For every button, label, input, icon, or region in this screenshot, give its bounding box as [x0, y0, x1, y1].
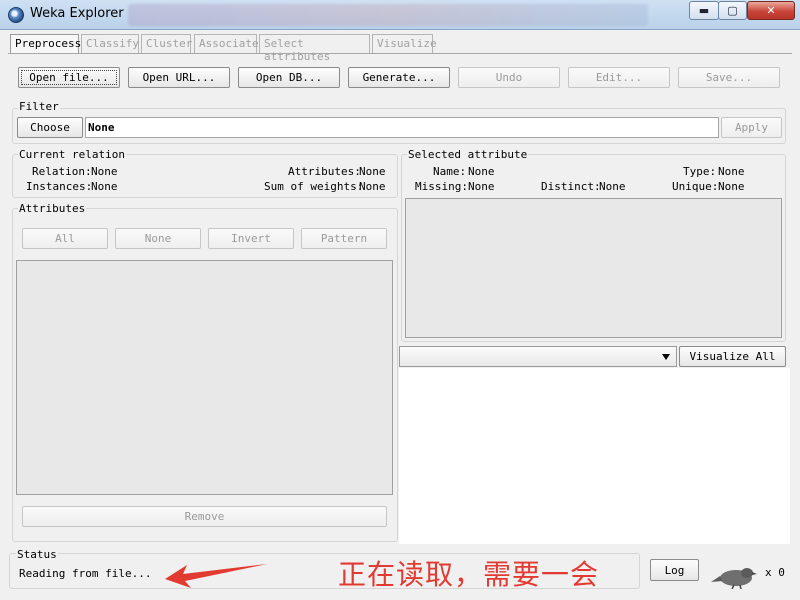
- remove-attribute-button[interactable]: Remove: [22, 506, 387, 527]
- selected-attribute-title: Selected attribute: [407, 148, 529, 161]
- relation-label: Relation:: [32, 165, 92, 178]
- open-file-button[interactable]: Open file...: [18, 67, 120, 88]
- tab-cluster[interactable]: Cluster: [141, 34, 192, 53]
- attribute-statistics-panel: [405, 198, 782, 338]
- select-all-button[interactable]: All: [22, 228, 108, 249]
- weka-app-icon: [8, 7, 24, 23]
- type-value: None: [718, 165, 745, 178]
- distinct-value: None: [599, 180, 626, 193]
- log-button[interactable]: Log: [650, 559, 699, 581]
- instances-value: None: [91, 180, 118, 193]
- tab-select-attributes[interactable]: Select attributes: [259, 34, 370, 63]
- instances-label: Instances:: [26, 180, 93, 193]
- open-db-button[interactable]: Open DB...: [238, 67, 340, 88]
- red-arrow-annotation: [165, 564, 267, 588]
- maximize-button[interactable]: ▢: [718, 1, 747, 20]
- minimize-icon: ▬: [698, 4, 710, 17]
- current-relation-title: Current relation: [18, 148, 126, 161]
- window-title: Weka Explorer: [30, 6, 124, 21]
- visualization-area: [399, 368, 790, 544]
- relation-value: None: [91, 165, 118, 178]
- pattern-button[interactable]: Pattern: [301, 228, 387, 249]
- maximize-icon: ▢: [727, 4, 738, 17]
- tab-divider: [8, 53, 792, 54]
- generate-button[interactable]: Generate...: [348, 67, 450, 88]
- status-text: Reading from file...: [19, 567, 152, 580]
- type-label: Type:: [683, 165, 717, 178]
- annotation-text: 正在读取，需要一会: [338, 558, 600, 591]
- undo-button[interactable]: Undo: [458, 67, 560, 88]
- unique-value: None: [718, 180, 745, 193]
- close-button[interactable]: ✕: [747, 1, 795, 20]
- task-count: x 0: [765, 566, 785, 579]
- sum-weights-value: None: [359, 180, 386, 193]
- filter-title: Filter: [18, 100, 60, 113]
- class-attribute-dropdown[interactable]: [399, 346, 677, 367]
- close-icon: ✕: [766, 4, 776, 17]
- attributes-title: Attributes: [18, 202, 87, 215]
- status-title: Status: [16, 548, 58, 561]
- tab-preprocess[interactable]: Preprocess: [10, 34, 81, 54]
- name-value: None: [468, 165, 495, 178]
- weka-bird-icon[interactable]: [711, 563, 757, 589]
- tab-visualize[interactable]: Visualize: [372, 34, 437, 53]
- edit-button[interactable]: Edit...: [568, 67, 670, 88]
- filter-field[interactable]: None: [85, 117, 719, 138]
- open-url-button[interactable]: Open URL...: [128, 67, 230, 88]
- tab-associate[interactable]: Associate: [194, 34, 259, 53]
- name-label: Name:: [433, 165, 467, 178]
- chevron-down-icon: [662, 354, 670, 360]
- visualize-all-button[interactable]: Visualize All: [679, 346, 786, 367]
- missing-label: Missing:: [415, 180, 468, 193]
- minimize-button[interactable]: ▬: [689, 1, 719, 20]
- attributes-count-label: Attributes:: [288, 165, 361, 178]
- choose-filter-button[interactable]: Choose: [17, 117, 83, 138]
- unique-label: Unique:: [672, 180, 719, 193]
- distinct-label: Distinct:: [541, 180, 601, 193]
- attributes-count-value: None: [359, 165, 386, 178]
- select-none-button[interactable]: None: [115, 228, 201, 249]
- blurred-background-tabs: [128, 4, 648, 26]
- invert-selection-button[interactable]: Invert: [208, 228, 294, 249]
- save-button[interactable]: Save...: [678, 67, 780, 88]
- sum-weights-label: Sum of weights:: [264, 180, 364, 193]
- attributes-list[interactable]: [16, 260, 393, 495]
- apply-filter-button[interactable]: Apply: [721, 117, 782, 138]
- missing-value: None: [468, 180, 495, 193]
- tab-classify[interactable]: Classify: [81, 34, 139, 53]
